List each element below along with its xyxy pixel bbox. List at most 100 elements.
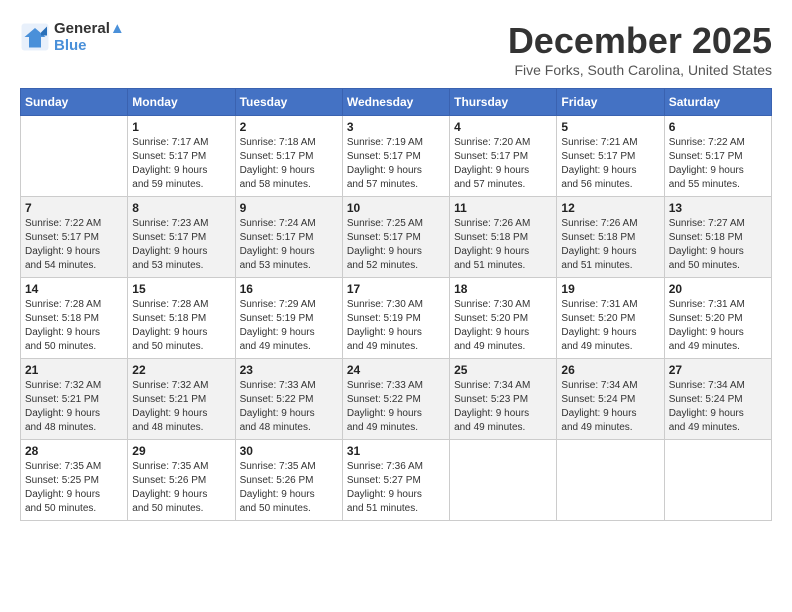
day-number: 24 — [347, 363, 445, 377]
weekday-header: Tuesday — [235, 89, 342, 116]
weekday-header: Monday — [128, 89, 235, 116]
day-number: 2 — [240, 120, 338, 134]
calendar-cell: 29 Sunrise: 7:35 AM Sunset: 5:26 PM Dayli… — [128, 440, 235, 521]
calendar-cell — [450, 440, 557, 521]
day-number: 16 — [240, 282, 338, 296]
day-info: Sunrise: 7:22 AM Sunset: 5:17 PM Dayligh… — [25, 217, 123, 273]
day-number: 22 — [132, 363, 230, 377]
calendar-cell — [557, 440, 664, 521]
calendar-cell: 8 Sunrise: 7:23 AM Sunset: 5:17 PM Daylig… — [128, 197, 235, 278]
day-info: Sunrise: 7:27 AM Sunset: 5:18 PM Dayligh… — [669, 217, 767, 273]
calendar-cell: 30 Sunrise: 7:35 AM Sunset: 5:26 PM Dayli… — [235, 440, 342, 521]
page-header: General▲ Blue December 2025 Five Forks, … — [20, 20, 772, 78]
weekday-header: Sunday — [21, 89, 128, 116]
calendar-cell: 17 Sunrise: 7:30 AM Sunset: 5:19 PM Dayli… — [342, 278, 449, 359]
day-number: 12 — [561, 201, 659, 215]
day-number: 7 — [25, 201, 123, 215]
calendar-cell: 26Sunrise: 7:34 AM Sunset: 5:24 PM Dayli… — [557, 359, 664, 440]
day-info: Sunrise: 7:35 AM Sunset: 5:25 PM Dayligh… — [25, 460, 123, 516]
day-number: 10 — [347, 201, 445, 215]
month-title: December 2025 — [508, 20, 772, 62]
day-info: Sunrise: 7:33 AM Sunset: 5:22 PM Dayligh… — [347, 379, 445, 435]
day-number: 20 — [669, 282, 767, 296]
calendar-cell: 22 Sunrise: 7:32 AM Sunset: 5:21 PM Dayli… — [128, 359, 235, 440]
location-subtitle: Five Forks, South Carolina, United State… — [508, 62, 772, 78]
day-number: 27 — [669, 363, 767, 377]
day-info: Sunrise: 7:22 AM Sunset: 5:17 PM Dayligh… — [669, 136, 767, 192]
day-info: Sunrise: 7:30 AM Sunset: 5:19 PM Dayligh… — [347, 298, 445, 354]
day-number: 28 — [25, 444, 123, 458]
calendar-cell: 16 Sunrise: 7:29 AM Sunset: 5:19 PM Dayli… — [235, 278, 342, 359]
day-number: 9 — [240, 201, 338, 215]
calendar-cell — [664, 440, 771, 521]
day-number: 23 — [240, 363, 338, 377]
calendar-cell: 18Sunrise: 7:30 AM Sunset: 5:20 PM Dayli… — [450, 278, 557, 359]
day-info: Sunrise: 7:25 AM Sunset: 5:17 PM Dayligh… — [347, 217, 445, 273]
calendar-cell — [21, 116, 128, 197]
calendar-cell: 9 Sunrise: 7:24 AM Sunset: 5:17 PM Daylig… — [235, 197, 342, 278]
day-info: Sunrise: 7:26 AM Sunset: 5:18 PM Dayligh… — [454, 217, 552, 273]
day-info: Sunrise: 7:36 AM Sunset: 5:27 PM Dayligh… — [347, 460, 445, 516]
day-number: 5 — [561, 120, 659, 134]
calendar-cell: 27 Sunrise: 7:34 AM Sunset: 5:24 PM Dayli… — [664, 359, 771, 440]
weekday-header: Friday — [557, 89, 664, 116]
day-info: Sunrise: 7:31 AM Sunset: 5:20 PM Dayligh… — [669, 298, 767, 354]
calendar-cell: 12 Sunrise: 7:26 AM Sunset: 5:18 PM Dayli… — [557, 197, 664, 278]
calendar-cell: 7 Sunrise: 7:22 AM Sunset: 5:17 PM Daylig… — [21, 197, 128, 278]
day-info: Sunrise: 7:21 AM Sunset: 5:17 PM Dayligh… — [561, 136, 659, 192]
calendar-cell: 1 Sunrise: 7:17 AM Sunset: 5:17 PM Daylig… — [128, 116, 235, 197]
day-info: Sunrise: 7:32 AM Sunset: 5:21 PM Dayligh… — [132, 379, 230, 435]
day-number: 30 — [240, 444, 338, 458]
weekday-header: Wednesday — [342, 89, 449, 116]
calendar-cell: 13 Sunrise: 7:27 AM Sunset: 5:18 PM Dayli… — [664, 197, 771, 278]
day-number: 8 — [132, 201, 230, 215]
day-info: Sunrise: 7:34 AM Sunset: 5:24 PM Dayligh… — [561, 379, 659, 435]
calendar-cell: 31Sunrise: 7:36 AM Sunset: 5:27 PM Dayli… — [342, 440, 449, 521]
day-info: Sunrise: 7:19 AM Sunset: 5:17 PM Dayligh… — [347, 136, 445, 192]
day-info: Sunrise: 7:35 AM Sunset: 5:26 PM Dayligh… — [240, 460, 338, 516]
day-number: 25 — [454, 363, 552, 377]
calendar-cell: 23 Sunrise: 7:33 AM Sunset: 5:22 PM Dayli… — [235, 359, 342, 440]
calendar-cell: 28 Sunrise: 7:35 AM Sunset: 5:25 PM Dayli… — [21, 440, 128, 521]
title-block: December 2025 Five Forks, South Carolina… — [508, 20, 772, 78]
day-number: 14 — [25, 282, 123, 296]
day-info: Sunrise: 7:18 AM Sunset: 5:17 PM Dayligh… — [240, 136, 338, 192]
day-number: 4 — [454, 120, 552, 134]
day-info: Sunrise: 7:26 AM Sunset: 5:18 PM Dayligh… — [561, 217, 659, 273]
weekday-header: Thursday — [450, 89, 557, 116]
day-info: Sunrise: 7:30 AM Sunset: 5:20 PM Dayligh… — [454, 298, 552, 354]
calendar-table: SundayMondayTuesdayWednesdayThursdayFrid… — [20, 88, 772, 521]
calendar-cell: 3 Sunrise: 7:19 AM Sunset: 5:17 PM Daylig… — [342, 116, 449, 197]
weekday-header: Saturday — [664, 89, 771, 116]
day-info: Sunrise: 7:34 AM Sunset: 5:24 PM Dayligh… — [669, 379, 767, 435]
day-info: Sunrise: 7:29 AM Sunset: 5:19 PM Dayligh… — [240, 298, 338, 354]
day-info: Sunrise: 7:35 AM Sunset: 5:26 PM Dayligh… — [132, 460, 230, 516]
calendar-cell: 25 Sunrise: 7:34 AM Sunset: 5:23 PM Dayli… — [450, 359, 557, 440]
day-info: Sunrise: 7:34 AM Sunset: 5:23 PM Dayligh… — [454, 379, 552, 435]
calendar-cell: 15 Sunrise: 7:28 AM Sunset: 5:18 PM Dayli… — [128, 278, 235, 359]
calendar-cell: 4Sunrise: 7:20 AM Sunset: 5:17 PM Daylig… — [450, 116, 557, 197]
day-number: 19 — [561, 282, 659, 296]
calendar-cell: 14Sunrise: 7:28 AM Sunset: 5:18 PM Dayli… — [21, 278, 128, 359]
calendar-cell: 6 Sunrise: 7:22 AM Sunset: 5:17 PM Daylig… — [664, 116, 771, 197]
day-number: 21 — [25, 363, 123, 377]
day-number: 11 — [454, 201, 552, 215]
calendar-cell: 11 Sunrise: 7:26 AM Sunset: 5:18 PM Dayli… — [450, 197, 557, 278]
day-number: 6 — [669, 120, 767, 134]
day-number: 17 — [347, 282, 445, 296]
logo-text: General▲ Blue — [54, 20, 125, 54]
day-info: Sunrise: 7:23 AM Sunset: 5:17 PM Dayligh… — [132, 217, 230, 273]
day-number: 29 — [132, 444, 230, 458]
day-number: 1 — [132, 120, 230, 134]
day-info: Sunrise: 7:24 AM Sunset: 5:17 PM Dayligh… — [240, 217, 338, 273]
day-number: 15 — [132, 282, 230, 296]
calendar-cell: 20 Sunrise: 7:31 AM Sunset: 5:20 PM Dayli… — [664, 278, 771, 359]
day-info: Sunrise: 7:32 AM Sunset: 5:21 PM Dayligh… — [25, 379, 123, 435]
day-info: Sunrise: 7:33 AM Sunset: 5:22 PM Dayligh… — [240, 379, 338, 435]
logo: General▲ Blue — [20, 20, 125, 54]
day-info: Sunrise: 7:17 AM Sunset: 5:17 PM Dayligh… — [132, 136, 230, 192]
day-number: 13 — [669, 201, 767, 215]
day-number: 3 — [347, 120, 445, 134]
day-info: Sunrise: 7:28 AM Sunset: 5:18 PM Dayligh… — [132, 298, 230, 354]
calendar-cell: 24 Sunrise: 7:33 AM Sunset: 5:22 PM Dayli… — [342, 359, 449, 440]
